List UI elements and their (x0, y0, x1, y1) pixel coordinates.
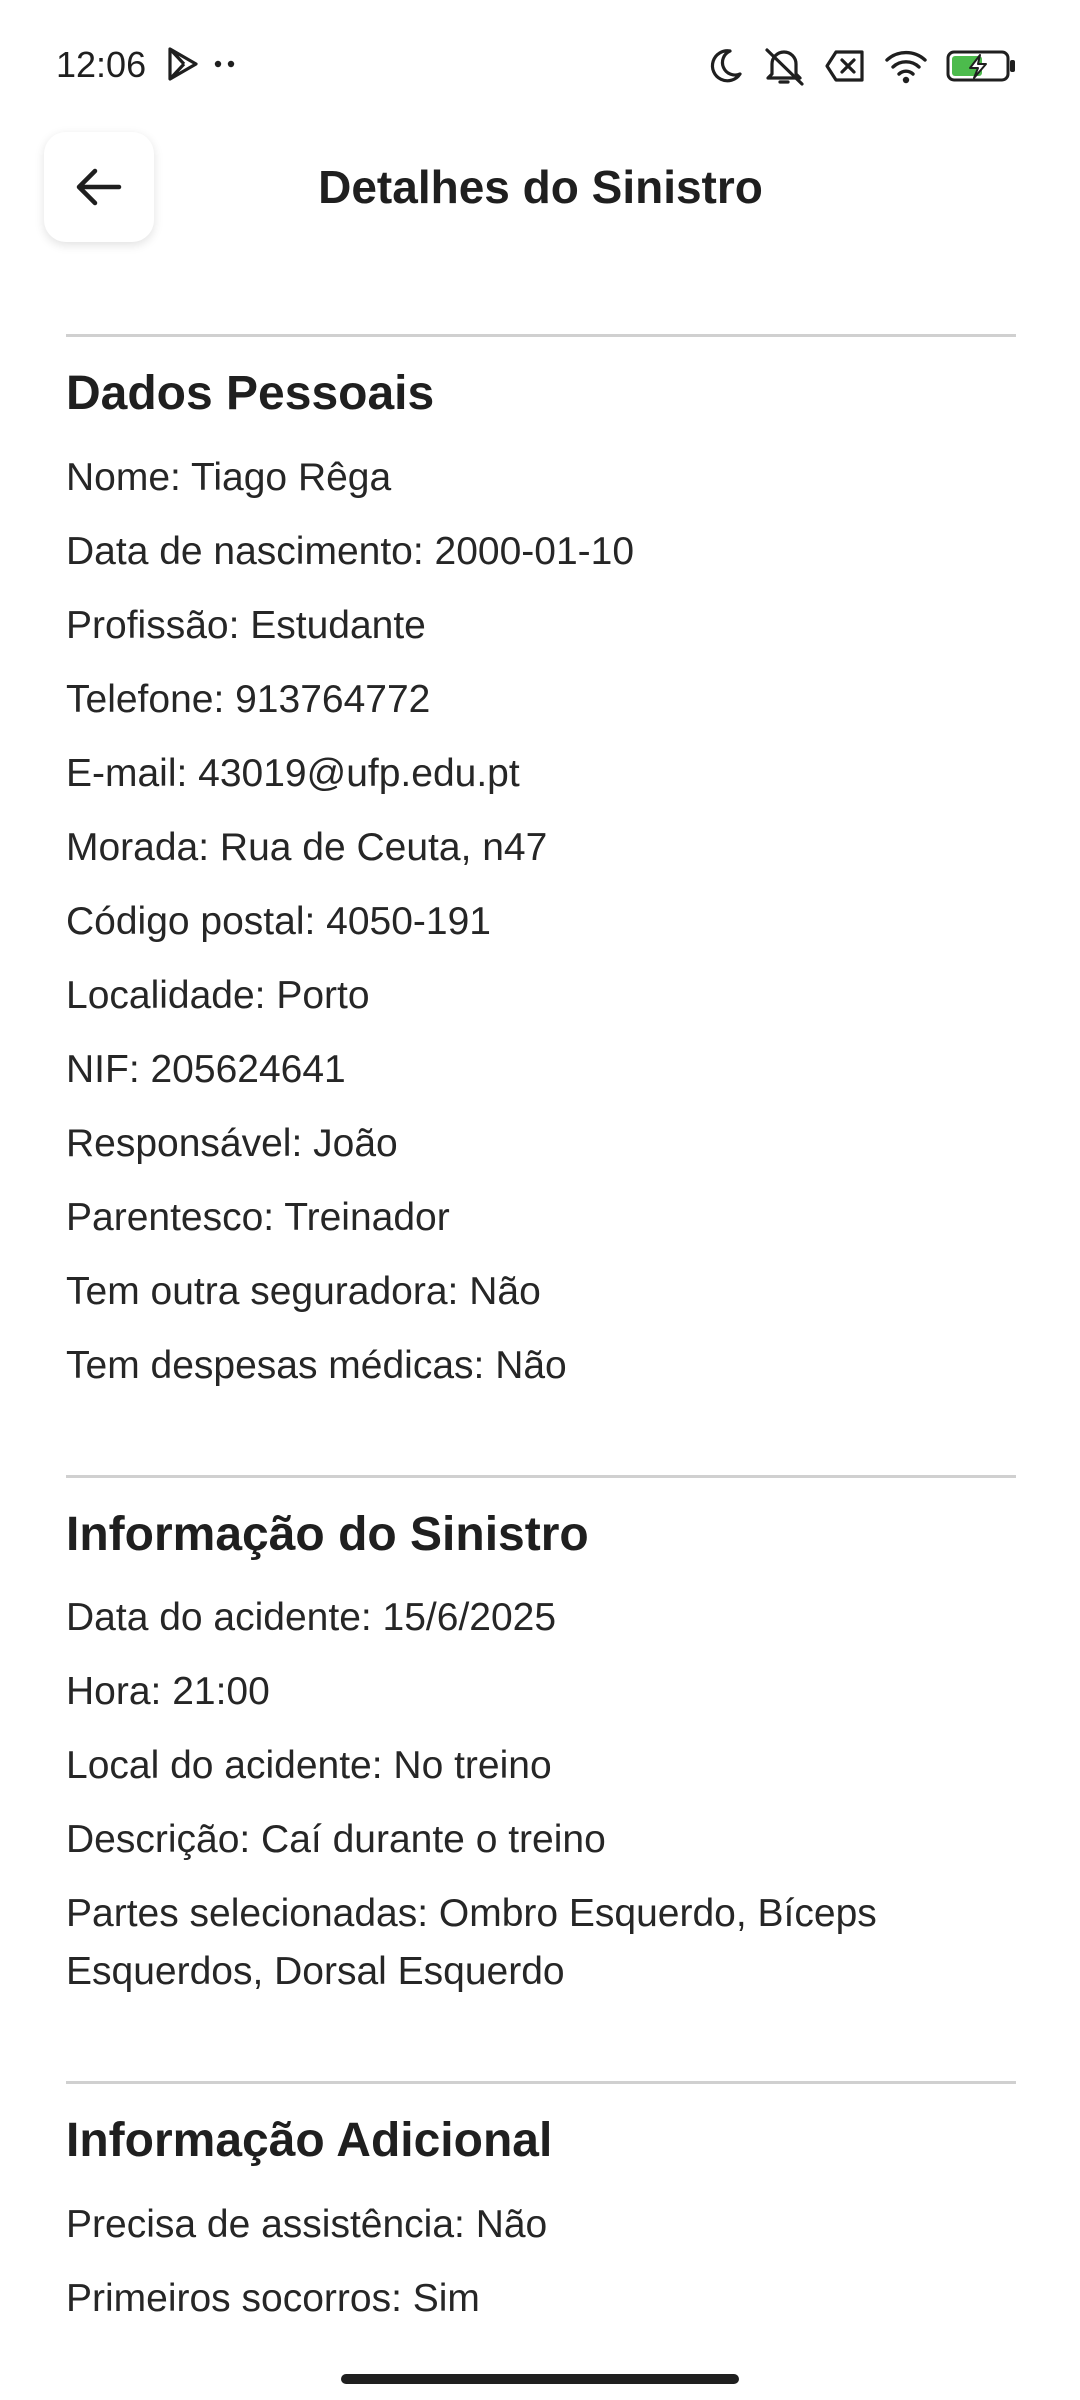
field-first-aid: Primeiros socorros: Sim (66, 2276, 480, 2320)
field-postal-code: Código postal: 4050-191 (66, 899, 491, 943)
play-store-icon (166, 46, 200, 82)
battery-charging-icon (946, 49, 1016, 83)
field-locality: Localidade: Porto (66, 973, 370, 1017)
section-title: Informação do Sinistro (66, 1507, 589, 1561)
status-time: 12:06 (56, 44, 147, 85)
section-title: Dados Pessoais (66, 367, 435, 420)
status-left-icons (166, 44, 236, 84)
claim-details: Dados Pessoais Nome: Tiago Rêga Data de … (66, 334, 1016, 2344)
field-guardian: Responsável: João (66, 1121, 398, 1165)
section-claim-info: Informação do Sinistro Data do acidente:… (66, 1474, 1016, 2002)
field-needs-assistance: Precisa de assistência: Não (66, 2202, 548, 2246)
field-accident-date: Data do acidente: 15/6/2025 (66, 1596, 557, 1640)
mute-icon (762, 46, 806, 86)
section-additional-info: Informação Adicional Precisa de assistên… (66, 2081, 1016, 2328)
field-profession: Profissão: Estudante (66, 603, 426, 647)
wifi-icon (884, 48, 928, 84)
field-medical-expenses: Tem despesas médicas: Não (66, 1343, 567, 1387)
app-bar: Detalhes do Sinistro (0, 132, 1080, 242)
section-personal-data: Dados Pessoais Nome: Tiago Rêga Data de … (66, 334, 1016, 1395)
more-dots-icon (214, 59, 236, 69)
field-birth-date: Data de nascimento: 2000-01-10 (66, 529, 635, 573)
field-description: Descrição: Caí durante o treino (66, 1818, 606, 1862)
back-button[interactable] (44, 132, 154, 242)
section-title: Informação Adicional (66, 2114, 553, 2168)
gesture-bar[interactable] (341, 2374, 739, 2384)
status-right-icons (708, 44, 1016, 88)
field-accident-location: Local do acidente: No treino (66, 1744, 552, 1788)
field-email: E-mail: 43019@ufp.edu.pt (66, 751, 520, 795)
moon-icon (708, 47, 744, 85)
field-phone: Telefone: 913764772 (66, 677, 431, 721)
field-address: Morada: Rua de Ceuta, n47 (66, 825, 548, 869)
field-other-insurer: Tem outra seguradora: Não (66, 1269, 541, 1313)
page-title: Detalhes do Sinistro (318, 161, 763, 213)
field-time: Hora: 21:00 (66, 1670, 270, 1714)
cancel-box-icon (824, 49, 866, 83)
arrow-left-icon (76, 168, 122, 206)
field-name: Nome: Tiago Rêga (66, 455, 392, 499)
field-relationship: Parentesco: Treinador (66, 1195, 450, 1239)
field-selected-parts: Partes selecionadas: Ombro Esquerdo, Bíc… (66, 1892, 877, 1994)
field-nif: NIF: 205624641 (66, 1047, 346, 1091)
status-bar: 12:06 (0, 0, 1080, 132)
